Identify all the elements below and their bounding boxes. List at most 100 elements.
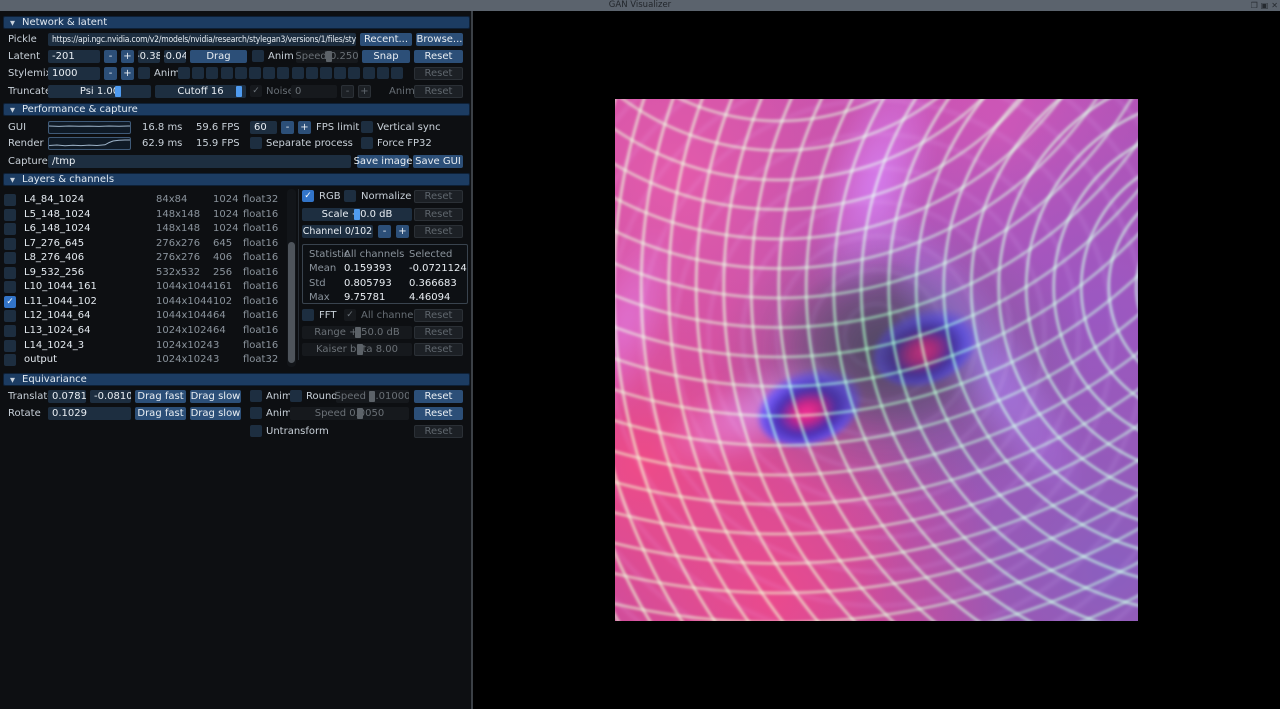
translate-reset-button[interactable]: Reset xyxy=(414,390,463,403)
section-header-layers[interactable]: ▼ Layers & channels xyxy=(3,173,470,186)
stylemix-minus-button[interactable]: - xyxy=(104,67,117,80)
channel-minus-button[interactable]: - xyxy=(378,225,391,238)
rotate-drag-fast-button[interactable]: Drag fast xyxy=(135,407,186,420)
kaiser-beta-slider: Kaiser beta 8.00 xyxy=(302,343,412,356)
layer-dtype: float16 xyxy=(243,252,279,264)
latent-reset-button[interactable]: Reset xyxy=(414,50,463,63)
translate-y-input[interactable]: -0.0810 xyxy=(90,390,131,403)
stylemix-layer-checkbox[interactable] xyxy=(334,67,347,79)
rotate-drag-slow-button[interactable]: Drag slow xyxy=(190,407,241,420)
latent-anim-checkbox[interactable] xyxy=(252,50,264,62)
latent-seed-input[interactable]: -201 xyxy=(48,50,100,63)
translate-drag-fast-button[interactable]: Drag fast xyxy=(135,390,186,403)
stats-cell: 0.366683 xyxy=(409,277,457,289)
panel-divider[interactable] xyxy=(471,11,473,709)
layer-checkbox[interactable] xyxy=(4,339,16,352)
fps-limit-input[interactable]: 60 xyxy=(250,121,277,134)
layer-name: L5_148_1024 xyxy=(24,208,91,220)
layer-channels: 1024 xyxy=(213,194,239,205)
stylemix-layer-checkbox[interactable] xyxy=(376,67,389,79)
scale-slider[interactable]: Scale +0.0 dB xyxy=(302,208,412,221)
vsync-checkbox[interactable] xyxy=(361,121,373,133)
stylemix-layer-checkbox[interactable] xyxy=(178,67,190,79)
layer-checkbox[interactable] xyxy=(4,310,16,323)
restore-icon[interactable]: ❐ xyxy=(1251,0,1258,11)
stylemix-layer-checkbox[interactable] xyxy=(291,67,304,79)
layer-checkbox[interactable] xyxy=(4,266,16,279)
translate-drag-slow-button[interactable]: Drag slow xyxy=(190,390,241,403)
browse-button[interactable]: Browse... xyxy=(416,33,463,46)
layer-size: 276x276 xyxy=(156,237,201,249)
layer-checkbox[interactable] xyxy=(4,295,16,308)
stylemix-layer-checkbox[interactable] xyxy=(220,67,233,79)
stylemix-layer-checkbox[interactable] xyxy=(192,67,205,79)
layer-checkbox[interactable] xyxy=(4,324,16,337)
latent-snap-button[interactable]: Snap xyxy=(362,50,410,63)
save-gui-button[interactable]: Save GUI xyxy=(413,155,463,168)
untransform-checkbox[interactable] xyxy=(250,425,262,437)
section-header-equivariance[interactable]: ▼ Equivariance xyxy=(3,373,470,386)
stylemix-layer-checkbox[interactable] xyxy=(206,67,219,79)
latent-y-input[interactable]: -0.04 xyxy=(164,50,186,63)
layer-checkbox[interactable] xyxy=(4,252,16,265)
fps-limit-minus-button[interactable]: - xyxy=(281,121,294,134)
translate-x-input[interactable]: 0.0781 xyxy=(48,390,86,403)
layers-scrollbar[interactable] xyxy=(287,189,296,367)
layer-checkbox[interactable] xyxy=(4,354,16,367)
fft-checkbox[interactable] xyxy=(302,309,314,321)
gan-output-image[interactable] xyxy=(615,99,1138,621)
pickle-label: Pickle xyxy=(8,34,37,45)
stylemix-layer-checkbox[interactable] xyxy=(249,67,261,79)
layer-checkbox[interactable] xyxy=(4,208,16,221)
stylemix-plus-button[interactable]: + xyxy=(121,67,134,80)
rotate-reset-button[interactable]: Reset xyxy=(414,407,463,420)
stylemix-layer-checkbox[interactable] xyxy=(305,67,318,79)
cutoff-slider[interactable]: Cutoff 16 xyxy=(155,85,246,98)
close-icon[interactable]: ✕ xyxy=(1271,0,1278,11)
capture-path-input[interactable]: /tmp xyxy=(48,155,351,168)
fft-label: FFT xyxy=(319,310,337,321)
section-header-performance[interactable]: ▼ Performance & capture xyxy=(3,103,470,116)
latent-drag-button[interactable]: Drag xyxy=(190,50,247,63)
channel-slider[interactable]: Channel 0/102 xyxy=(302,225,373,238)
stylemix-layer-checkbox[interactable] xyxy=(362,67,375,79)
force-fp32-checkbox[interactable] xyxy=(361,137,373,149)
layer-row: L5_148_1024 148x148 1024 float16 xyxy=(0,208,292,222)
stylemix-layer-checkbox[interactable] xyxy=(234,67,247,79)
latent-plus-button[interactable]: + xyxy=(121,50,134,63)
channel-plus-button[interactable]: + xyxy=(396,225,409,238)
stylemix-label: Stylemix xyxy=(8,68,52,79)
stylemix-layer-checkbox[interactable] xyxy=(320,67,332,79)
rotate-anim-checkbox[interactable] xyxy=(250,407,262,419)
latent-minus-button[interactable]: - xyxy=(104,50,117,63)
layer-name: L6_148_1024 xyxy=(24,223,91,235)
translate-round-checkbox[interactable] xyxy=(290,390,302,402)
layer-checkbox[interactable] xyxy=(4,237,16,250)
section-header-network[interactable]: ▼ Network & latent xyxy=(3,16,470,29)
rgb-label: RGB xyxy=(319,191,341,202)
stylemix-layer-checkbox[interactable] xyxy=(348,67,361,79)
pickle-input[interactable]: https://api.ngc.nvidia.com/v2/models/nvi… xyxy=(48,33,356,46)
stylemix-layer-checkbox[interactable] xyxy=(277,67,290,79)
stylemix-layer-checkbox[interactable] xyxy=(263,67,276,79)
rgb-checkbox[interactable] xyxy=(302,190,314,202)
recent-button[interactable]: Recent... xyxy=(360,33,412,46)
stylemix-anim-checkbox[interactable] xyxy=(138,67,150,79)
titlebar[interactable]: GAN Visualizer ❐ ▣ ✕ xyxy=(0,0,1280,11)
separate-process-checkbox[interactable] xyxy=(250,137,262,149)
psi-slider[interactable]: Psi 1.00 xyxy=(48,85,151,98)
rotate-input[interactable]: 0.1029 xyxy=(48,407,131,420)
save-image-button[interactable]: Save image xyxy=(354,155,412,168)
layer-channels: 161 xyxy=(213,281,233,293)
stylemix-seed-input[interactable]: 1000 xyxy=(48,67,100,80)
layer-checkbox[interactable] xyxy=(4,194,16,206)
maximize-icon[interactable]: ▣ xyxy=(1261,0,1269,11)
layer-checkbox[interactable] xyxy=(4,223,16,236)
stylemix-layer-checkbox[interactable] xyxy=(391,67,403,79)
layer-checkbox[interactable] xyxy=(4,281,16,294)
normalize-checkbox[interactable] xyxy=(344,190,356,202)
layer-channels: 256 xyxy=(213,266,233,278)
latent-x-input[interactable]: -0.38 xyxy=(138,50,160,63)
fps-limit-plus-button[interactable]: + xyxy=(298,121,311,134)
translate-anim-checkbox[interactable] xyxy=(250,390,262,402)
